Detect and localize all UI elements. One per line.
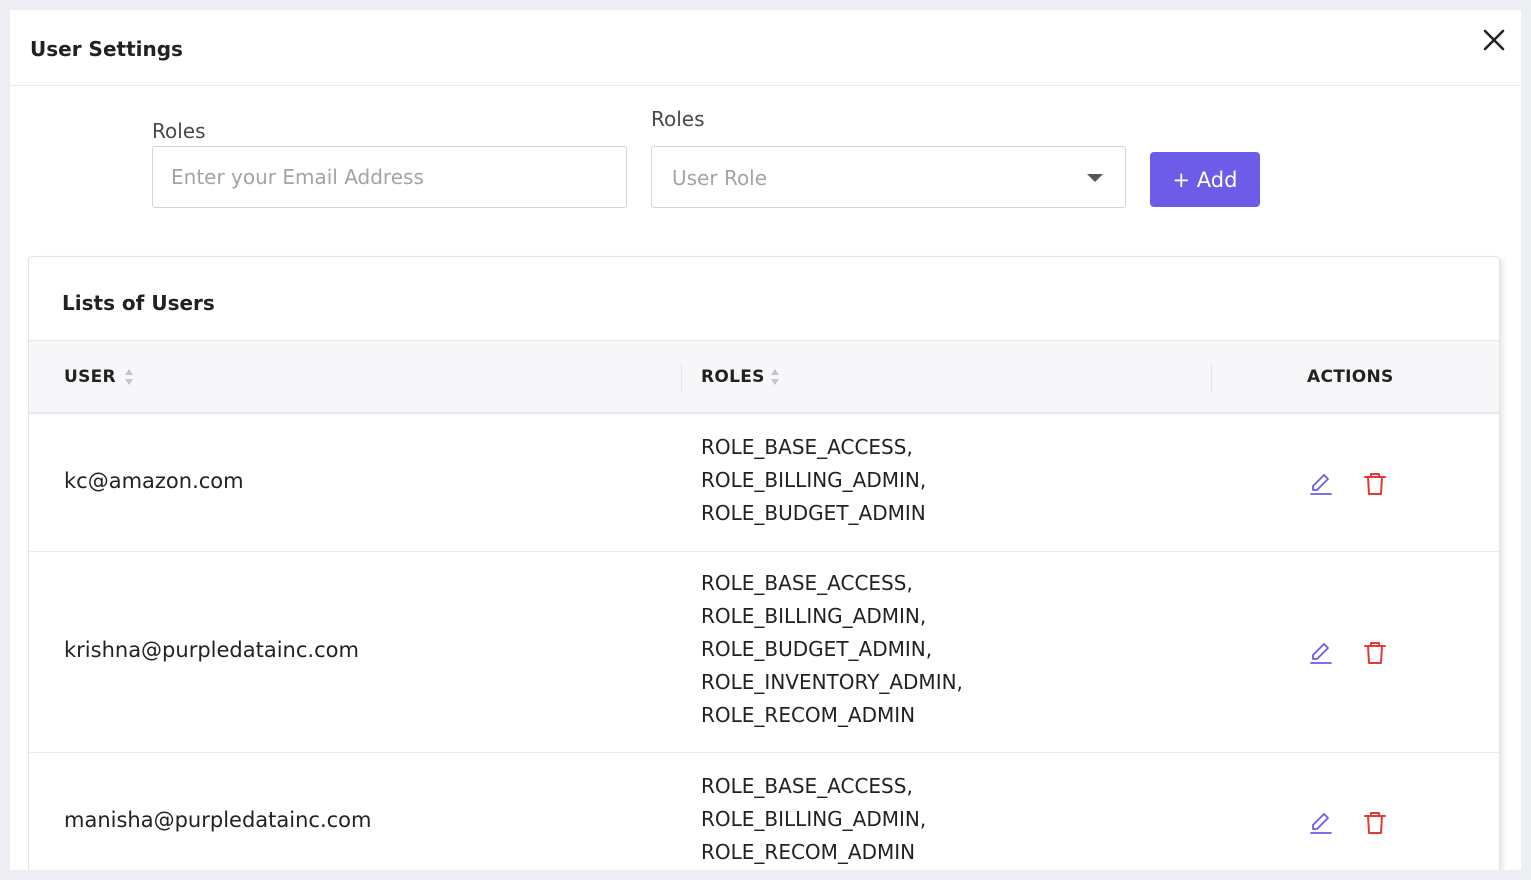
- user-email: kc@amazon.com: [64, 469, 244, 493]
- role-item: ROLE_BASE_ACCESS,: [701, 435, 913, 459]
- email-input[interactable]: [152, 146, 627, 208]
- user-settings-modal: User Settings Roles Roles User Role + Ad…: [10, 10, 1521, 870]
- chevron-down-icon: [1087, 174, 1103, 182]
- column-divider: [1211, 363, 1212, 393]
- role-item: ROLE_RECOM_ADMIN: [701, 703, 916, 727]
- user-role-select-value: User Role: [672, 166, 768, 190]
- table-row: krishna@purpledatainc.com ROLE_BASE_ACCE…: [29, 552, 1499, 753]
- user-roles: ROLE_BASE_ACCESS, ROLE_BILLING_ADMIN, RO…: [701, 431, 926, 530]
- role-item: ROLE_BILLING_ADMIN,: [701, 807, 927, 831]
- pencil-icon[interactable]: [1308, 810, 1334, 836]
- table-header: USER ROLES ACTIONS: [29, 340, 1499, 414]
- role-field-label: Roles: [651, 107, 705, 131]
- role-item: ROLE_BASE_ACCESS,: [701, 571, 913, 595]
- table-row: manisha@purpledatainc.com ROLE_BASE_ACCE…: [29, 753, 1499, 870]
- role-item: ROLE_BUDGET_ADMIN,: [701, 637, 933, 661]
- user-role-select[interactable]: User Role: [651, 146, 1126, 208]
- email-field-label: Roles: [152, 119, 206, 143]
- role-item: ROLE_BILLING_ADMIN,: [701, 468, 927, 492]
- trash-icon[interactable]: [1362, 640, 1388, 666]
- column-divider: [681, 363, 682, 393]
- column-header-roles[interactable]: ROLES: [701, 367, 765, 387]
- sort-icon[interactable]: [769, 366, 781, 388]
- role-item: ROLE_BUDGET_ADMIN: [701, 501, 926, 525]
- role-item: ROLE_RECOM_ADMIN: [701, 840, 916, 864]
- close-icon[interactable]: [1480, 26, 1508, 54]
- add-user-button[interactable]: + Add: [1150, 152, 1260, 207]
- pencil-icon[interactable]: [1308, 471, 1334, 497]
- user-roles: ROLE_BASE_ACCESS, ROLE_BILLING_ADMIN, RO…: [701, 770, 926, 869]
- table-row: kc@amazon.com ROLE_BASE_ACCESS, ROLE_BIL…: [29, 416, 1499, 552]
- role-item: ROLE_BASE_ACCESS,: [701, 774, 913, 798]
- trash-icon[interactable]: [1362, 471, 1388, 497]
- user-email: krishna@purpledatainc.com: [64, 638, 359, 662]
- column-header-user[interactable]: USER: [64, 367, 116, 387]
- role-item: ROLE_INVENTORY_ADMIN,: [701, 670, 963, 694]
- pencil-icon[interactable]: [1308, 640, 1334, 666]
- user-roles: ROLE_BASE_ACCESS, ROLE_BILLING_ADMIN, RO…: [701, 567, 963, 732]
- modal-header: User Settings: [10, 10, 1521, 86]
- user-email: manisha@purpledatainc.com: [64, 808, 372, 832]
- column-header-actions: ACTIONS: [1307, 367, 1394, 387]
- users-list-card: Lists of Users USER ROLES ACTIONS kc@ama…: [28, 256, 1500, 870]
- modal-title: User Settings: [30, 37, 183, 61]
- sort-icon[interactable]: [123, 366, 135, 388]
- users-list-title: Lists of Users: [62, 291, 215, 315]
- role-item: ROLE_BILLING_ADMIN,: [701, 604, 927, 628]
- trash-icon[interactable]: [1362, 810, 1388, 836]
